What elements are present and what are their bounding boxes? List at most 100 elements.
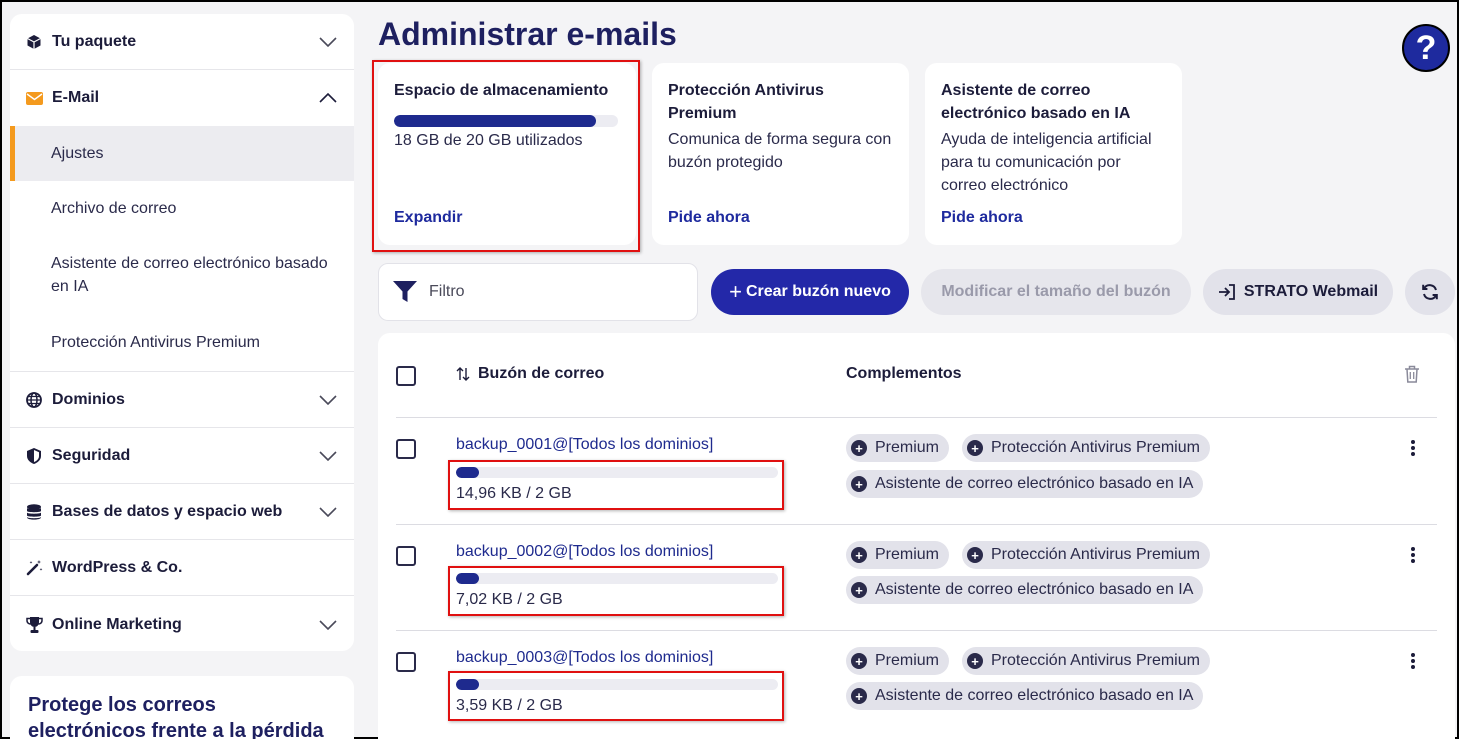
help-icon: ? [1415, 28, 1437, 67]
nav-label: WordPress & Co. [52, 558, 183, 576]
promo-card: Protege los correos electrónicos frente … [10, 676, 354, 739]
mailbox-link[interactable]: backup_0002@[Todos los dominios] [456, 543, 713, 561]
row-divider [396, 524, 1437, 525]
login-arrow-icon [1218, 284, 1236, 300]
shield-icon [24, 447, 44, 464]
plus-circle-icon: + [851, 582, 867, 598]
highlight-box [448, 671, 784, 721]
chevron-down-icon [318, 502, 338, 522]
nav-email[interactable]: E-Mail [10, 70, 354, 126]
nav-bases-datos[interactable]: Bases de datos y espacio web [10, 484, 354, 540]
highlight-box [448, 460, 784, 510]
addon-label: Asistente de correo electrónico basado e… [875, 687, 1194, 704]
addons-column-header: Complementos [846, 365, 962, 383]
select-all-checkbox[interactable] [396, 366, 416, 386]
addon-label: Protección Antivirus Premium [991, 546, 1200, 563]
row-menu-icon[interactable] [1403, 545, 1423, 565]
filter-input[interactable]: Filtro [378, 263, 698, 321]
plus-circle-icon: + [851, 440, 867, 456]
addon-chip-premium[interactable]: + Premium [846, 647, 950, 675]
ai-order-link[interactable]: Pide ahora [941, 206, 1023, 229]
subnav-archivo[interactable]: Archivo de correo [10, 181, 354, 236]
nav-label: E-Mail [52, 89, 100, 106]
row-menu-icon[interactable] [1403, 651, 1423, 671]
database-icon [24, 503, 44, 520]
nav-dominios[interactable]: Dominios [10, 372, 354, 428]
chevron-down-icon [318, 446, 338, 466]
nav-label: Dominios [52, 390, 125, 408]
resize-mailbox-button[interactable]: Modificar el tamaño del buzón [921, 269, 1191, 315]
addon-label: Premium [875, 652, 940, 669]
subnav-antivirus[interactable]: Protección Antivirus Premium [10, 314, 354, 372]
trophy-icon [24, 616, 44, 633]
antivirus-card: Protección Antivirus Premium Comunica de… [652, 63, 909, 245]
row-divider [396, 630, 1437, 631]
refresh-button[interactable] [1405, 269, 1455, 315]
sort-mailbox-header[interactable]: Buzón de correo [456, 365, 604, 383]
chevron-down-icon [318, 390, 338, 410]
create-mailbox-label: Crear buzón nuevo [745, 283, 891, 300]
help-button[interactable]: ? [1402, 24, 1450, 72]
sidebar: Tu paquete E-Mail Ajustes Archivo de cor… [10, 14, 354, 651]
nav-wordpress[interactable]: WordPress & Co. [10, 540, 354, 596]
filter-icon [393, 281, 417, 303]
plus-circle-icon: + [851, 653, 867, 669]
row-checkbox[interactable] [396, 546, 416, 566]
row-checkbox[interactable] [396, 439, 416, 459]
chevron-down-icon [318, 615, 338, 635]
create-mailbox-button[interactable]: + Crear buzón nuevo [711, 269, 909, 315]
row-divider [396, 417, 1437, 418]
plus-icon: + [729, 279, 742, 304]
globe-icon [24, 391, 44, 408]
magic-wand-icon [24, 559, 44, 576]
addon-chip-ai[interactable]: + Asistente de correo electrónico basado … [846, 470, 1204, 498]
refresh-icon [1421, 283, 1439, 301]
addon-label: Asistente de correo electrónico basado e… [875, 475, 1194, 492]
addon-chip-antivirus[interactable]: + Protección Antivirus Premium [962, 434, 1210, 462]
addon-label: Premium [875, 439, 940, 456]
ai-card-desc: Ayuda de inteligencia artificial para tu… [941, 131, 1152, 194]
highlight-box [448, 566, 784, 616]
nav-label: Bases de datos y espacio web [52, 502, 283, 520]
ai-card-title: Asistente de correo electrónico basado e… [941, 82, 1131, 122]
addon-chip-antivirus[interactable]: + Protección Antivirus Premium [962, 541, 1210, 569]
addon-chip-premium[interactable]: + Premium [846, 434, 950, 462]
row-menu-icon[interactable] [1403, 438, 1423, 458]
plus-circle-icon: + [967, 440, 983, 456]
envelope-icon [24, 91, 44, 105]
addon-chip-ai[interactable]: + Asistente de correo electrónico basado … [846, 576, 1204, 604]
highlight-box [372, 60, 640, 252]
webmail-label: STRATO Webmail [1243, 283, 1379, 300]
addon-label: Premium [875, 546, 940, 563]
nav-tu-paquete[interactable]: Tu paquete [10, 14, 354, 70]
subnav-label: Ajustes [51, 144, 104, 162]
subnav-label: Protección Antivirus Premium [51, 333, 260, 351]
mailbox-column-label: Buzón de correo [478, 365, 605, 382]
addon-chip-antivirus[interactable]: + Protección Antivirus Premium [962, 647, 1210, 675]
antivirus-card-title: Protección Antivirus Premium [668, 82, 824, 122]
subnav-asistente-ia[interactable]: Asistente de correo electrónico basado e… [10, 236, 354, 314]
nav-label: Online Marketing [52, 615, 182, 633]
addon-label: Asistente de correo electrónico basado e… [875, 581, 1194, 598]
ai-assistant-card: Asistente de correo electrónico basado e… [925, 63, 1182, 245]
subnav-label: Asistente de correo electrónico basado e… [51, 255, 328, 295]
mailbox-link[interactable]: backup_0001@[Todos los dominios] [456, 436, 713, 454]
row-checkbox[interactable] [396, 652, 416, 672]
trash-icon[interactable] [1404, 365, 1420, 388]
page-title: Administrar e-mails [378, 16, 677, 52]
mailbox-link[interactable]: backup_0003@[Todos los dominios] [456, 649, 713, 667]
webmail-button[interactable]: STRATO Webmail [1203, 269, 1393, 315]
plus-circle-icon: + [851, 476, 867, 492]
subnav-ajustes[interactable]: Ajustes [10, 126, 354, 181]
addon-chip-ai[interactable]: + Asistente de correo electrónico basado … [846, 682, 1204, 710]
package-icon [24, 34, 44, 50]
sort-icon [456, 367, 470, 381]
antivirus-order-link[interactable]: Pide ahora [668, 206, 750, 229]
nav-seguridad[interactable]: Seguridad [10, 428, 354, 484]
plus-circle-icon: + [851, 688, 867, 704]
chevron-down-icon [318, 32, 338, 52]
nav-online-marketing[interactable]: Online Marketing [10, 596, 354, 651]
filter-placeholder: Filtro [429, 283, 465, 300]
addon-chip-premium[interactable]: + Premium [846, 541, 950, 569]
addon-label: Protección Antivirus Premium [991, 652, 1200, 669]
